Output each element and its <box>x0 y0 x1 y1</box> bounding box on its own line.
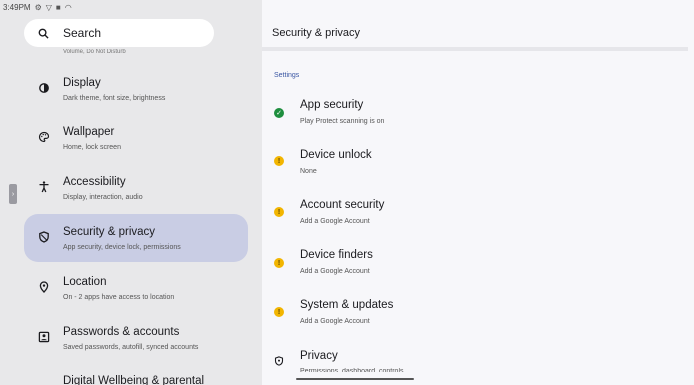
sidebar-item-title: Security & privacy <box>63 226 156 238</box>
section-label: Settings <box>274 72 300 79</box>
headset-status-icon: ◠ <box>64 2 72 12</box>
vpn-status-icon: ▽ <box>45 2 52 12</box>
gesture-handle[interactable] <box>296 378 414 380</box>
sidebar-item-title: Passwords & accounts <box>63 326 180 338</box>
sidebar-item-title: Location <box>63 276 107 288</box>
location-icon <box>38 281 50 293</box>
palette-icon <box>38 131 50 143</box>
settings-sidebar: Search Volume, Do Not Disturb › Display … <box>0 0 262 385</box>
device-finders-item[interactable]: ! Device finders Add a Google Account <box>262 240 688 288</box>
sidebar-item-subtitle: On - 2 apps have access to location <box>63 294 175 301</box>
sidebar-item-title: Wallpaper <box>63 126 115 138</box>
truncated-subtitle: Volume, Do Not Disturb <box>63 49 126 54</box>
page-title: Security & privacy <box>272 27 361 39</box>
warning-icon: ! <box>274 207 284 217</box>
shield-icon <box>38 231 50 243</box>
account-security-item[interactable]: ! Account security Add a Google Account <box>262 190 688 238</box>
sidebar-item-subtitle: App security, device lock, permissions <box>63 244 181 251</box>
device-unlock-item[interactable]: ! Device unlock None <box>262 140 688 188</box>
check-circle-icon: ✓ <box>274 108 284 118</box>
display-icon <box>38 82 50 94</box>
item-title: Device unlock <box>300 149 372 161</box>
sidebar-item-subtitle: Dark theme, font size, brightness <box>63 95 166 102</box>
accessibility-icon <box>38 181 50 193</box>
item-title: App security <box>300 99 364 111</box>
sidebar-item-wallpaper[interactable]: Wallpaper Home, lock screen <box>24 114 248 162</box>
sidebar-item-subtitle: Home, lock screen <box>63 144 121 151</box>
item-subtitle: Permissions, dashboard, controls <box>300 368 404 372</box>
warning-icon: ! <box>274 258 284 268</box>
search-label: Search <box>63 26 102 40</box>
sidebar-item-title: Accessibility <box>63 176 126 188</box>
settings-status-icon: ⚙ <box>34 2 42 12</box>
account-icon <box>38 331 50 343</box>
sidebar-item-location[interactable]: Location On - 2 apps have access to loca… <box>24 264 248 312</box>
item-subtitle: Add a Google Account <box>300 268 370 275</box>
app-security-item[interactable]: ✓ App security Play Protect scanning is … <box>262 90 688 138</box>
search-icon <box>38 28 49 39</box>
battery-status-icon: ■ <box>55 2 61 12</box>
item-subtitle: Add a Google Account <box>300 218 370 225</box>
item-subtitle: None <box>300 168 317 175</box>
sidebar-item-display[interactable]: Display Dark theme, font size, brightnes… <box>24 65 248 113</box>
status-bar: 3:49PM ⚙ ▽ ■ ◠ <box>0 0 694 14</box>
warning-icon: ! <box>274 156 284 166</box>
sidebar-item-digital-wellbeing[interactable]: Digital Wellbeing & parental <box>63 375 204 385</box>
expand-handle[interactable]: › <box>9 184 17 204</box>
item-title: Account security <box>300 199 385 211</box>
warning-icon: ! <box>274 307 284 317</box>
sidebar-item-subtitle: Saved passwords, autofill, synced accoun… <box>63 344 199 351</box>
sidebar-item-title: Display <box>63 77 101 89</box>
status-time: 3:49PM <box>3 2 31 12</box>
item-title: System & updates <box>300 299 394 311</box>
item-subtitle: Play Protect scanning is on <box>300 118 385 125</box>
item-subtitle: Add a Google Account <box>300 318 370 325</box>
item-title: Privacy <box>300 350 338 362</box>
shield-icon <box>274 356 284 366</box>
search-bar[interactable]: Search <box>24 19 214 47</box>
item-title: Device finders <box>300 249 373 261</box>
system-updates-item[interactable]: ! System & updates Add a Google Account <box>262 290 688 338</box>
sidebar-item-passwords-accounts[interactable]: Passwords & accounts Saved passwords, au… <box>24 314 248 362</box>
sidebar-item-security-privacy[interactable]: Security & privacy App security, device … <box>24 214 248 262</box>
sidebar-item-subtitle: Display, interaction, audio <box>63 194 143 201</box>
security-privacy-page: Security & privacy Settings ✓ App securi… <box>262 0 694 385</box>
sidebar-item-accessibility[interactable]: Accessibility Display, interaction, audi… <box>24 164 248 212</box>
divider <box>262 47 688 51</box>
